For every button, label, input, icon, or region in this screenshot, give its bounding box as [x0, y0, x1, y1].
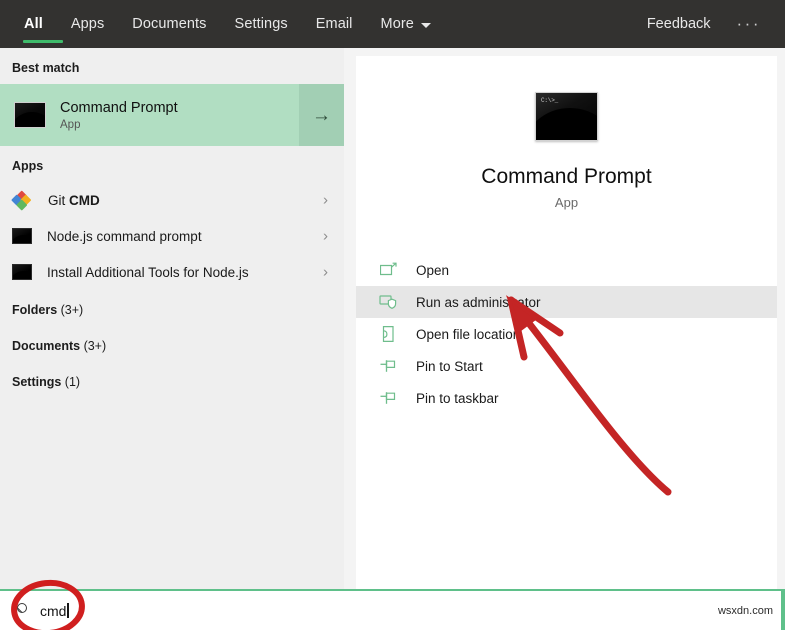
chevron-right-icon[interactable]: › [323, 264, 328, 281]
pin-icon [378, 388, 400, 408]
category-header-documents[interactable]: Documents (3+) [0, 326, 344, 362]
chevron-right-icon[interactable]: › [323, 228, 328, 245]
action-list: Open Run as administrator Open file loca… [356, 254, 777, 414]
best-match-header: Best match [12, 61, 80, 75]
list-item-label: Git CMD [48, 192, 100, 208]
search-bar-accent-edge [781, 591, 785, 630]
search-input-value: cmd [40, 602, 67, 619]
topbar-right-group: Feedback ··· [635, 0, 785, 48]
list-item-label: Node.js command prompt [47, 228, 202, 244]
list-item-label: Install Additional Tools for Node.js [47, 264, 249, 280]
tab-all-label: All [24, 16, 43, 32]
tab-email[interactable]: Email [302, 0, 367, 48]
tab-more[interactable]: More [367, 0, 445, 48]
list-item-git-cmd[interactable]: Git CMD › [0, 182, 344, 218]
command-prompt-text: C:\>_ [541, 97, 559, 104]
panel-divider [344, 48, 356, 589]
action-label: Open file location [416, 326, 521, 342]
tab-apps[interactable]: Apps [57, 0, 118, 48]
text-cursor [67, 602, 69, 618]
windows-search-overlay: All Apps Documents Settings Email More F… [0, 0, 785, 630]
best-match-text: Command Prompt App [60, 99, 178, 131]
tab-all[interactable]: All [10, 0, 63, 48]
command-prompt-icon [12, 228, 32, 244]
apps-header: Apps [12, 159, 44, 173]
action-open[interactable]: Open [356, 254, 777, 286]
app-preview-card: C:\>_ Command Prompt App Open Run as adm… [356, 56, 777, 589]
command-prompt-icon: C:\>_ [535, 92, 598, 141]
chevron-down-icon [420, 22, 431, 28]
open-icon [378, 260, 400, 280]
folder-location-icon [378, 324, 400, 344]
best-match-title: Command Prompt [60, 100, 178, 116]
app-preview-panel: C:\>_ Command Prompt App Open Run as adm… [356, 48, 785, 589]
search-icon [14, 602, 30, 619]
list-item-nodejs-command-prompt[interactable]: Node.js command prompt › [0, 218, 344, 254]
action-run-as-administrator[interactable]: Run as administrator [356, 286, 777, 318]
page-title: Command Prompt [481, 165, 652, 188]
tab-settings-label: Settings [234, 16, 288, 32]
tab-email-label: Email [315, 16, 353, 32]
action-open-file-location[interactable]: Open file location [356, 318, 777, 350]
best-match-result-command-prompt[interactable]: Command Prompt App → [0, 84, 344, 146]
tab-settings[interactable]: Settings [221, 0, 302, 48]
shield-admin-icon [378, 292, 400, 312]
action-label: Open [416, 262, 450, 278]
pin-icon [378, 356, 400, 376]
action-pin-to-start[interactable]: Pin to Start [356, 350, 777, 382]
category-header-settings[interactable]: Settings (1) [0, 362, 344, 398]
category-header-folders[interactable]: Folders (3+) [0, 290, 344, 326]
command-prompt-icon [14, 102, 46, 128]
git-cmd-icon [11, 189, 32, 210]
tab-more-label: More [380, 16, 414, 32]
action-label: Pin to taskbar [416, 390, 499, 406]
tab-documents-label: Documents [132, 16, 207, 32]
action-label: Pin to Start [416, 358, 483, 374]
search-results-panel: Best match Command Prompt App → Apps Git… [0, 48, 344, 589]
overflow-menu-icon[interactable]: ··· [723, 0, 771, 48]
feedback-button[interactable]: Feedback [635, 0, 723, 48]
chevron-right-icon[interactable]: › [323, 192, 328, 209]
tab-documents[interactable]: Documents [118, 0, 220, 48]
app-type-label: App [554, 195, 579, 210]
tab-apps-label: Apps [70, 16, 105, 32]
search-input[interactable]: cmd [40, 602, 69, 619]
command-prompt-icon [12, 264, 32, 280]
action-pin-to-taskbar[interactable]: Pin to taskbar [356, 382, 777, 414]
top-navigation-bar: All Apps Documents Settings Email More F… [0, 0, 785, 48]
watermark-label: wsxdn.com [717, 604, 773, 617]
list-item-install-additional-tools[interactable]: Install Additional Tools for Node.js › [0, 254, 344, 290]
search-bar[interactable]: cmd wsxdn.com [0, 589, 785, 630]
best-match-expand-button[interactable]: → [299, 84, 344, 146]
best-match-subtitle: App [60, 119, 81, 131]
nav-tab-list: All Apps Documents Settings Email More [10, 0, 445, 48]
preview-hero: C:\>_ Command Prompt App [356, 56, 777, 210]
arrow-right-icon: → [312, 104, 331, 126]
action-label: Run as administrator [416, 294, 541, 310]
